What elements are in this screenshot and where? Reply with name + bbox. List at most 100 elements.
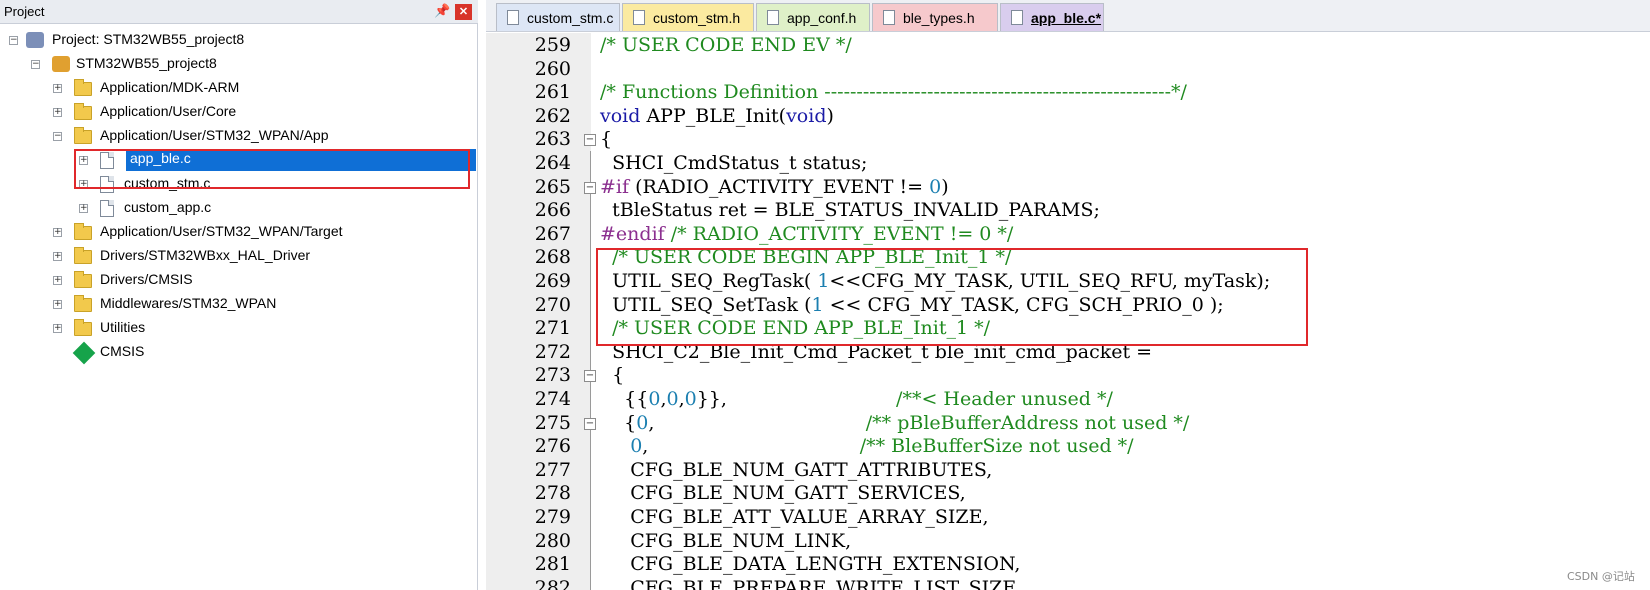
- line-number: 276: [534, 435, 571, 458]
- tree-item[interactable]: − Project: STM32WB55_project8: [0, 28, 478, 52]
- line-number: 269: [534, 270, 571, 292]
- tab-app-conf-h[interactable]: app_conf.h: [756, 3, 870, 31]
- number-token: 0: [684, 388, 697, 410]
- code-line[interactable]: tBleStatus ret = BLE_STATUS_INVALID_PARA…: [600, 199, 1100, 221]
- tree-item[interactable]: + Application/MDK-ARM: [0, 76, 478, 100]
- project-icon: [26, 32, 44, 48]
- tree-item[interactable]: + Drivers/CMSIS: [0, 268, 478, 292]
- code-line[interactable]: void APP_BLE_Init(void): [600, 105, 834, 127]
- code-line[interactable]: CFG_BLE_NUM_GATT_SERVICES,: [600, 482, 966, 504]
- number-token: 0: [648, 388, 661, 410]
- fold-toggle-icon[interactable]: −: [584, 181, 596, 194]
- tree-item[interactable]: + custom_app.c: [0, 196, 478, 220]
- expand-icon[interactable]: +: [79, 204, 88, 213]
- tab-ble-types-h[interactable]: ble_types.h: [872, 3, 998, 31]
- code-line[interactable]: CFG_BLE_NUM_LINK,: [600, 530, 851, 552]
- code-line[interactable]: #if (RADIO_ACTIVITY_EVENT != 0): [600, 176, 949, 198]
- code-token: CFG_BLE_NUM_LINK,: [600, 529, 852, 552]
- expand-icon[interactable]: +: [53, 300, 62, 309]
- panel-title: Project: [4, 4, 45, 19]
- collapse-icon[interactable]: −: [31, 60, 40, 69]
- line-number: 262: [534, 104, 571, 127]
- folder-icon: [74, 295, 92, 312]
- code-token: {{: [600, 388, 649, 410]
- tree-item[interactable]: + Drivers/STM32WBxx_HAL_Driver: [0, 244, 478, 268]
- comment-token: /** BleBufferSize not used */: [859, 435, 1134, 458]
- line-number: 280: [534, 529, 571, 552]
- tree-item-label: Drivers/CMSIS: [100, 271, 193, 287]
- fold-toggle-icon[interactable]: −: [584, 417, 596, 430]
- fold-toggle-icon[interactable]: −: [584, 370, 596, 383]
- number-token: 0: [630, 435, 643, 458]
- code-line[interactable]: CFG_BLE_PREPARE_WRITE_LIST_SIZE,: [600, 577, 1022, 590]
- folder-icon: [74, 319, 92, 336]
- tree-item[interactable]: + Middlewares/STM32_WPAN: [0, 292, 478, 316]
- tree-item-label: custom_app.c: [124, 199, 212, 215]
- line-number: 281: [534, 553, 571, 576]
- target-icon: [52, 56, 70, 72]
- annotation-box-code: [596, 248, 1308, 346]
- expand-icon[interactable]: +: [53, 324, 62, 333]
- cmsis-icon: [72, 341, 96, 365]
- tree-item[interactable]: + Application/User/STM32_WPAN/Target: [0, 220, 478, 244]
- line-number: 270: [534, 293, 571, 316]
- tree-item[interactable]: − Application/User/STM32_WPAN/App: [0, 124, 478, 148]
- line-number: 260: [534, 57, 571, 80]
- fold-toggle-icon[interactable]: −: [584, 134, 596, 147]
- keyword-token: void: [600, 104, 641, 127]
- line-number: 266: [534, 199, 571, 222]
- folder-icon: [74, 103, 92, 120]
- line-number: 275: [534, 411, 571, 434]
- tab-app-ble-c-[interactable]: app_ble.c*: [1000, 3, 1104, 31]
- code-line[interactable]: {: [600, 364, 624, 386]
- tree-item[interactable]: + Utilities: [0, 316, 478, 340]
- line-number: 261: [534, 81, 571, 104]
- number-token: 0: [636, 411, 649, 434]
- tree-item[interactable]: − STM32WB55_project8: [0, 52, 478, 76]
- expand-icon[interactable]: +: [53, 228, 62, 237]
- expand-icon[interactable]: +: [53, 276, 62, 285]
- collapse-icon[interactable]: −: [53, 132, 62, 141]
- code-token: CFG_BLE_ATT_VALUE_ARRAY_SIZE,: [600, 506, 989, 528]
- code-editor[interactable]: 259 260 261 262 263 264 265 266 267 268 269 270 271 2…: [486, 33, 1650, 590]
- tab-custom-stm-h[interactable]: custom_stm.h: [622, 3, 754, 31]
- tree-item[interactable]: CMSIS: [0, 340, 478, 365]
- collapse-icon[interactable]: −: [9, 36, 18, 45]
- line-number: 263: [534, 128, 571, 151]
- code-line[interactable]: /* USER CODE END EV */: [600, 34, 852, 56]
- tree-item-label: Application/User/Core: [100, 103, 237, 119]
- project-panel: Project 📌 ✕ − Project: STM32WB55_project8…: [0, 0, 478, 590]
- watermark: CSDN @记站: [1567, 570, 1635, 583]
- code-line[interactable]: #endif /* RADIO_ACTIVITY_EVENT != 0 */: [600, 223, 1013, 245]
- code-line[interactable]: SHCI_CmdStatus_t status;: [600, 152, 867, 174]
- tab-label: app_ble.c*: [1031, 10, 1102, 26]
- file-icon: [507, 10, 519, 25]
- tree-item[interactable]: + Application/User/Core: [0, 100, 478, 124]
- code-token: ): [941, 175, 949, 198]
- code-line[interactable]: {{0,0,0}}, /**< Header unused */: [600, 388, 1113, 410]
- tree-item-label: Middlewares/STM32_WPAN: [100, 295, 277, 311]
- comment-token: /* USER CODE END EV */: [600, 34, 852, 56]
- code-line[interactable]: CFG_BLE_DATA_LENGTH_EXTENSION,: [600, 553, 1020, 575]
- code-line[interactable]: {: [600, 128, 612, 150]
- code-line[interactable]: /* Functions Definition ----------------…: [600, 81, 1187, 103]
- preproc-token: #if: [600, 175, 630, 198]
- pin-icon[interactable]: 📌: [434, 3, 450, 19]
- code-token: tBleStatus ret = BLE_STATUS_INVALID_PARA…: [600, 199, 1100, 222]
- expand-icon[interactable]: +: [53, 84, 62, 93]
- close-icon[interactable]: ✕: [455, 4, 472, 20]
- code-line[interactable]: 0, /** BleBufferSize not used */: [600, 435, 1134, 458]
- code-token: CFG_BLE_PREPARE_WRITE_LIST_SIZE,: [600, 576, 1023, 590]
- tab-custom-stm-c[interactable]: custom_stm.c: [496, 3, 620, 31]
- code-line[interactable]: CFG_BLE_NUM_GATT_ATTRIBUTES,: [600, 459, 992, 481]
- expand-icon[interactable]: +: [53, 252, 62, 261]
- line-number: 282: [534, 576, 571, 590]
- folder-icon: [74, 223, 92, 240]
- code-line[interactable]: {0, /** pBleBufferAddress not used */: [600, 412, 1189, 434]
- tree-item-label: CMSIS: [100, 343, 145, 359]
- code-line[interactable]: CFG_BLE_ATT_VALUE_ARRAY_SIZE,: [600, 506, 989, 528]
- expand-icon[interactable]: +: [53, 108, 62, 117]
- code-token: CFG_BLE_NUM_GATT_SERVICES,: [600, 482, 966, 505]
- tree-item-label: Utilities: [100, 319, 146, 335]
